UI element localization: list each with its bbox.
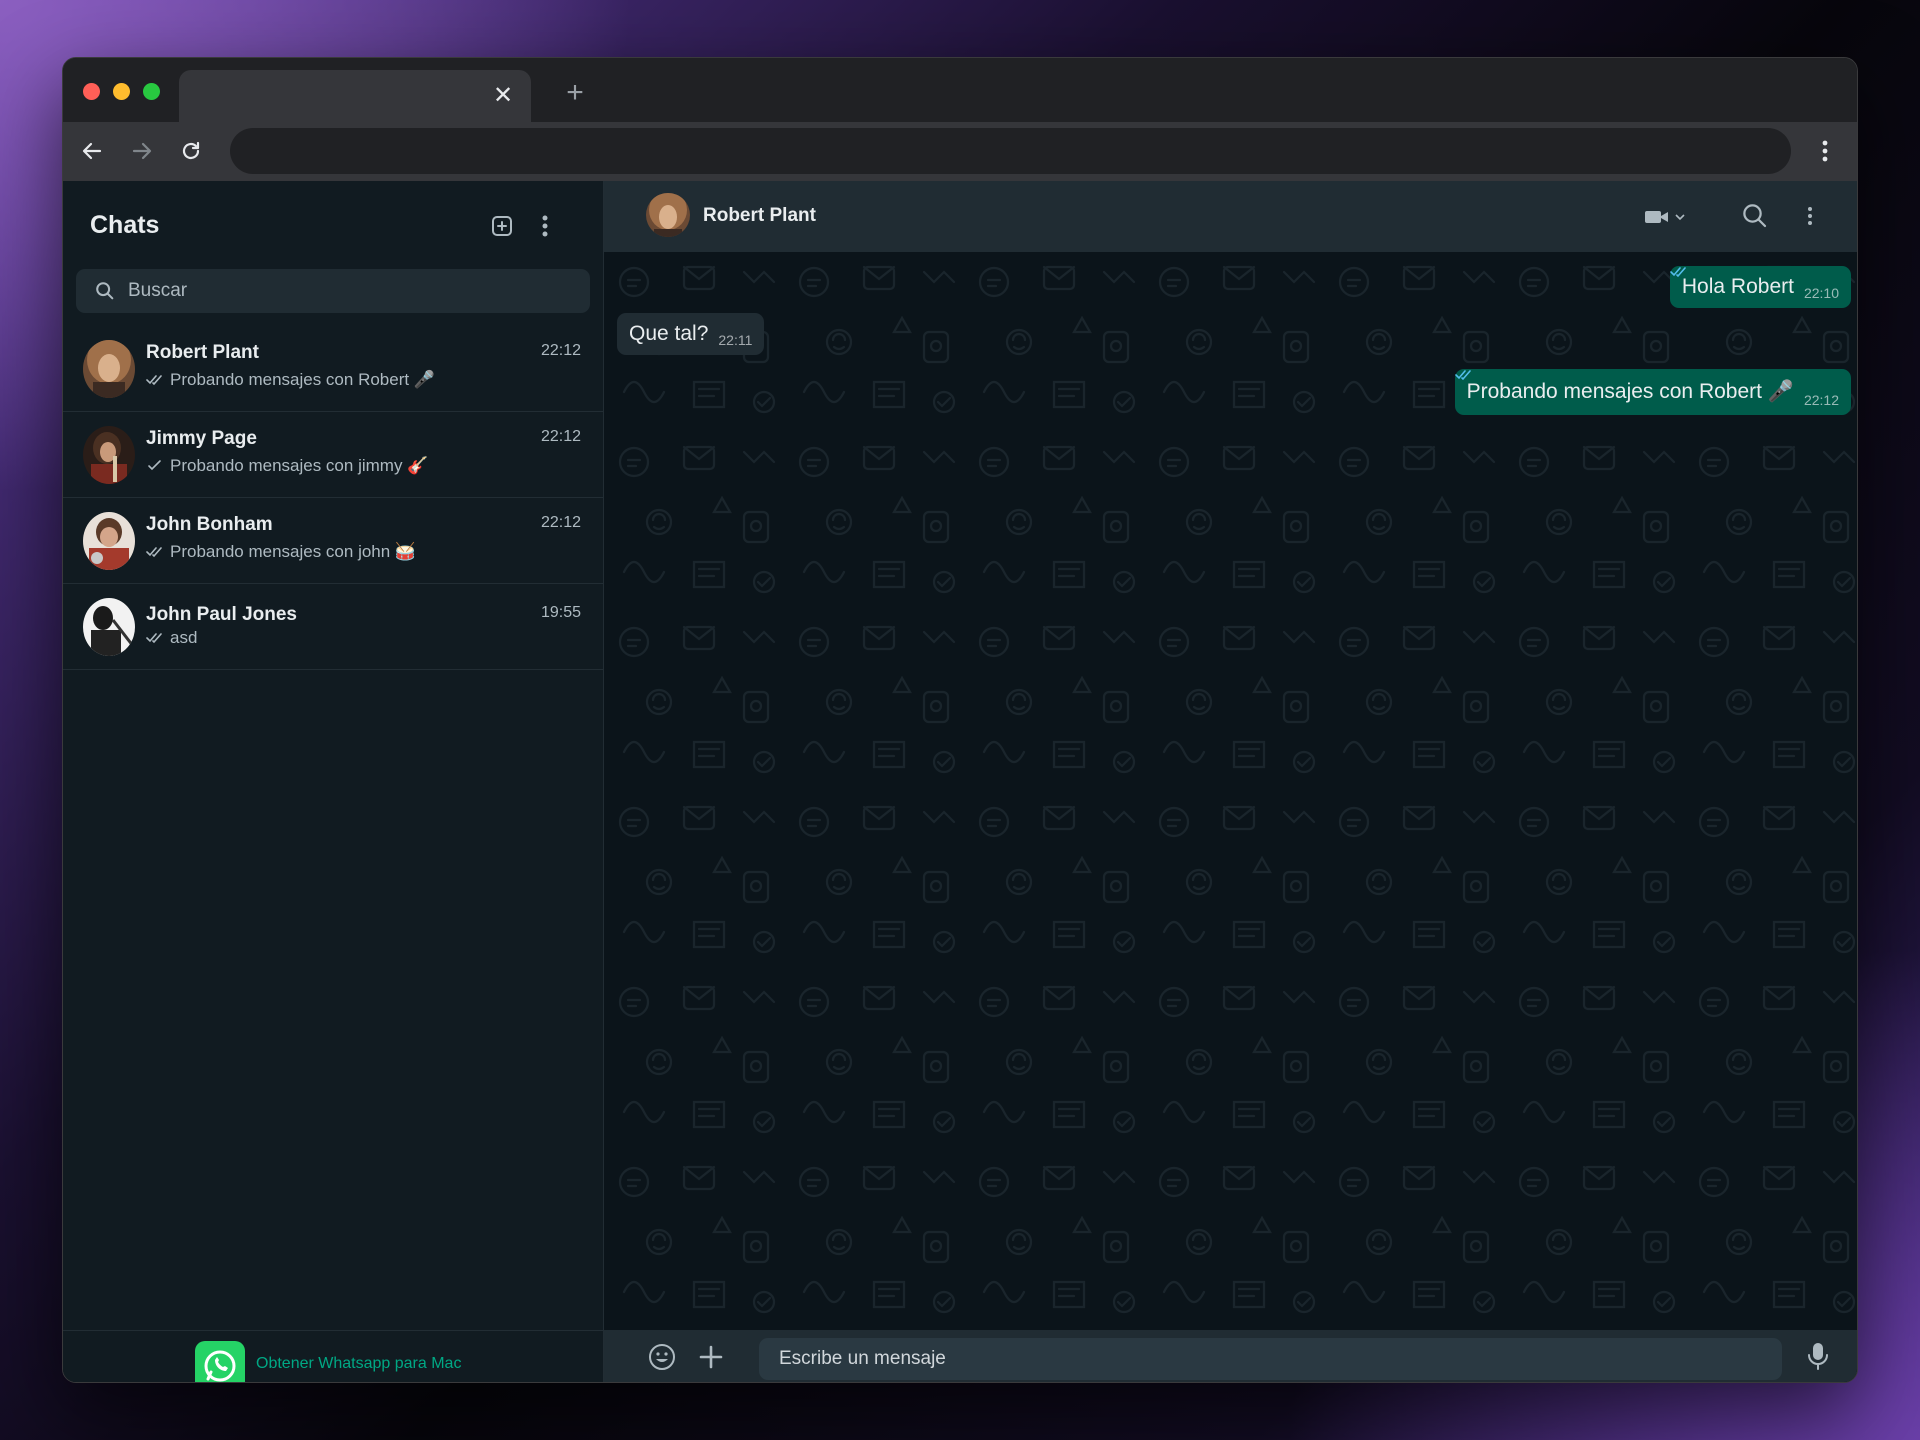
sidebar-header: Chats: [63, 181, 603, 269]
sidebar-title: Chats: [90, 211, 160, 239]
new-chat-button[interactable]: [487, 211, 517, 241]
chat-preview: Probando mensajes con Robert 🎤: [146, 370, 435, 390]
message-meta: 22:11: [718, 330, 752, 350]
avatar: [83, 598, 135, 656]
chat-list: Robert Plant 22:12 Probando mensajes con…: [63, 326, 603, 670]
browser-tab-strip: ✕ +: [63, 58, 1857, 122]
double-check-icon: [146, 631, 164, 645]
message-time: 22:10: [1803, 285, 1839, 301]
chat-preview-text: Probando mensajes con Robert 🎤: [170, 370, 435, 389]
message-composer: [604, 1330, 1857, 1382]
forward-button[interactable]: [125, 134, 159, 168]
chat-name: John Bonham: [146, 514, 273, 535]
arrow-left-icon: [82, 142, 102, 160]
vertical-dots-icon: [542, 215, 548, 237]
back-button[interactable]: [75, 134, 109, 168]
video-call-button[interactable]: [1644, 203, 1694, 231]
chat-name: Robert Plant: [146, 342, 259, 363]
get-mac-app-link[interactable]: Obtener Whatsapp para Mac: [256, 1355, 461, 1373]
browser-window: ✕ + Chats Buscar Robert Plant 22:12 Prob…: [62, 57, 1858, 1383]
search-box: [76, 269, 590, 313]
chat-item-john-paul-jones[interactable]: John Paul Jones 19:55 asd: [63, 584, 603, 670]
reload-button[interactable]: [174, 134, 208, 168]
chat-preview-text: Probando mensajes con jimmy 🎸: [170, 456, 429, 475]
browser-toolbar: [63, 122, 1857, 181]
chat-time: 19:55: [540, 604, 581, 621]
chat-name: Jimmy Page: [146, 428, 257, 449]
reload-icon: [182, 141, 200, 160]
search-icon: [1743, 204, 1767, 228]
message-text: Hola Robert: [1681, 275, 1794, 298]
chat-preview-text: asd: [170, 628, 198, 647]
chat-item-robert-plant[interactable]: Robert Plant 22:12 Probando mensajes con…: [63, 326, 603, 412]
plus-icon: [699, 1345, 723, 1369]
double-check-icon: [146, 373, 164, 387]
whatsapp-app: Chats Robert Plant 22:: [63, 181, 1857, 1382]
close-tab-icon[interactable]: ✕: [489, 82, 517, 110]
chat-time: 22:12: [540, 428, 581, 445]
sidebar-footer: Obtener Whatsapp para Mac: [63, 1330, 603, 1382]
message-text: Que tal?: [629, 322, 709, 345]
arrow-right-icon: [132, 142, 152, 160]
whatsapp-logo-icon: [195, 1341, 245, 1382]
message-incoming[interactable]: Que tal? 22:11: [617, 313, 765, 355]
vertical-dots-icon: [1822, 140, 1828, 162]
new-chat-icon: [492, 216, 512, 236]
chat-wallpaper: Hola Robert 22:10 Que tal? 22:11 Proband…: [604, 252, 1857, 1330]
smiley-icon: [649, 1344, 675, 1370]
conversation-header[interactable]: Robert Plant: [604, 181, 1857, 252]
message-input[interactable]: [759, 1338, 1782, 1380]
chat-time: 22:12: [540, 342, 581, 359]
check-icon: [146, 459, 164, 473]
chat-preview: Probando mensajes con john 🥁: [146, 542, 416, 562]
avatar: [83, 512, 135, 570]
message-meta: 22:10: [1670, 267, 1839, 303]
search-input[interactable]: [128, 269, 568, 313]
chat-preview: Probando mensajes con jimmy 🎸: [146, 456, 428, 476]
double-check-icon: [146, 545, 164, 559]
emoji-button[interactable]: [647, 1342, 677, 1372]
avatar: [83, 426, 135, 484]
search-in-chat-button[interactable]: [1740, 201, 1770, 231]
chat-item-jimmy-page[interactable]: Jimmy Page 22:12 Probando mensajes con j…: [63, 412, 603, 498]
contact-name: Robert Plant: [703, 205, 816, 226]
conversation-menu-button[interactable]: [1802, 201, 1818, 231]
maximize-window-button[interactable]: [143, 83, 160, 100]
chat-preview-text: Probando mensajes con john 🥁: [170, 542, 417, 561]
message-time: 22:11: [718, 332, 753, 348]
microphone-icon: [1808, 1343, 1828, 1370]
message-meta: 22:12: [1454, 370, 1839, 410]
message-time: 22:12: [1803, 392, 1839, 408]
minimize-window-button[interactable]: [113, 83, 130, 100]
avatar: [83, 340, 135, 398]
new-tab-button[interactable]: +: [558, 76, 592, 110]
double-check-icon: [1670, 267, 1686, 278]
chat-name: John Paul Jones: [146, 604, 297, 625]
chat-time: 22:12: [540, 514, 581, 531]
voice-message-button[interactable]: [1804, 1340, 1832, 1372]
browser-tab[interactable]: ✕: [179, 70, 531, 122]
vertical-dots-icon: [1808, 207, 1812, 225]
chevron-down-icon: [1675, 214, 1685, 221]
contact-avatar[interactable]: [646, 193, 690, 237]
double-check-icon: [1454, 370, 1471, 381]
message-outgoing[interactable]: Hola Robert 22:10: [1669, 266, 1851, 308]
close-window-button[interactable]: [83, 83, 100, 100]
attach-button[interactable]: [696, 1342, 726, 1372]
search-icon: [96, 282, 114, 300]
chat-preview: asd: [146, 628, 197, 648]
message-text: Probando mensajes con Robert 🎤: [1466, 380, 1794, 403]
conversation-panel: Robert Plant Hola Robert 22:10 Que tal? …: [604, 181, 1857, 1382]
sidebar: Chats Robert Plant 22:: [63, 181, 604, 1382]
chat-item-john-bonham[interactable]: John Bonham 22:12 Probando mensajes con …: [63, 498, 603, 584]
video-camera-icon: [1645, 211, 1668, 223]
message-outgoing[interactable]: Probando mensajes con Robert 🎤 22:12: [1454, 369, 1851, 415]
address-bar[interactable]: [230, 128, 1791, 174]
browser-menu-button[interactable]: [1815, 134, 1835, 168]
sidebar-menu-button[interactable]: [535, 211, 555, 241]
